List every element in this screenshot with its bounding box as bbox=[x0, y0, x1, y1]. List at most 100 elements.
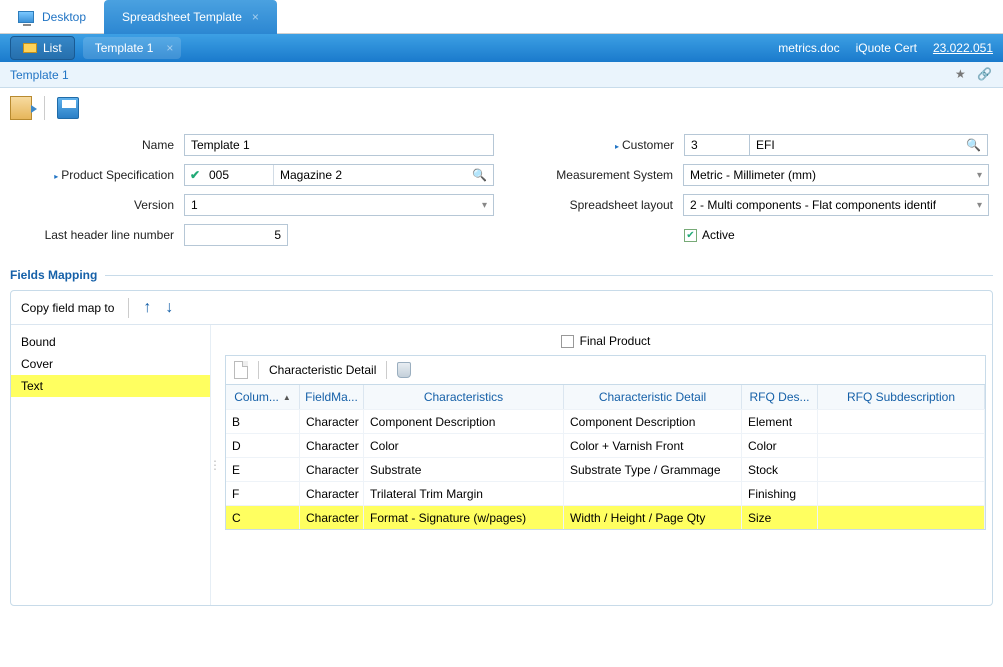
cell: F bbox=[226, 482, 300, 505]
cell: Character bbox=[300, 434, 364, 457]
cell: Width / Height / Page Qty bbox=[564, 506, 742, 529]
link-icon[interactable]: 🔗 bbox=[977, 67, 993, 83]
toolbar bbox=[0, 88, 1003, 128]
cell bbox=[818, 482, 985, 505]
layout-label: Spreadsheet layout bbox=[513, 198, 683, 212]
splitter[interactable]: ⋮ bbox=[211, 325, 219, 605]
prodspec-label: ▸Product Specification bbox=[14, 168, 184, 182]
cell: Color + Varnish Front bbox=[564, 434, 742, 457]
table-row[interactable]: CCharacterFormat - Signature (w/pages)Wi… bbox=[226, 505, 985, 529]
section-title: Fields Mapping bbox=[0, 264, 1003, 286]
table-row[interactable]: BCharacterComponent DescriptionComponent… bbox=[226, 409, 985, 433]
tab-desktop-label: Desktop bbox=[42, 10, 86, 24]
form-area: Name Template 1 ▸Customer 3 EFI🔍 ▸Produc… bbox=[0, 128, 1003, 264]
list-item-cover[interactable]: Cover bbox=[11, 353, 210, 375]
final-product-label: Final Product bbox=[580, 334, 651, 348]
tab-desktop[interactable]: Desktop bbox=[0, 0, 104, 34]
col-column[interactable]: Colum...▲ bbox=[226, 385, 300, 409]
list-item-bound[interactable]: Bound bbox=[11, 331, 210, 353]
tab-spreadsheet-template[interactable]: Spreadsheet Template × bbox=[104, 0, 277, 34]
cell: Component Description bbox=[364, 410, 564, 433]
measurement-select[interactable]: Metric - Millimeter (mm)▾ bbox=[683, 164, 989, 186]
cell: Color bbox=[364, 434, 564, 457]
arrow-down-icon[interactable]: ↓ bbox=[165, 299, 173, 317]
lastheader-input[interactable]: 5 bbox=[184, 224, 288, 246]
cell: Character bbox=[300, 506, 364, 529]
cell: Element bbox=[742, 410, 818, 433]
cell bbox=[818, 410, 985, 433]
col-rfq-sub[interactable]: RFQ Subdescription bbox=[818, 385, 985, 409]
top-tabs: Desktop Spreadsheet Template × bbox=[0, 0, 1003, 34]
mapping-toolbar: Copy field map to ↑ ↓ bbox=[11, 291, 992, 325]
final-product-checkbox[interactable] bbox=[561, 335, 574, 348]
table-row[interactable]: FCharacterTrilateral Trim MarginFinishin… bbox=[226, 481, 985, 505]
list-item-text[interactable]: Text bbox=[11, 375, 210, 397]
customer-name-input[interactable]: EFI🔍 bbox=[750, 134, 988, 156]
col-char-detail[interactable]: Characteristic Detail bbox=[564, 385, 742, 409]
save-icon[interactable] bbox=[57, 97, 79, 119]
monitor-icon bbox=[18, 11, 34, 23]
mapping-panel: Copy field map to ↑ ↓ Bound Cover Text ⋮… bbox=[10, 290, 993, 606]
char-toolbar: Characteristic Detail bbox=[225, 355, 986, 385]
layout-select[interactable]: 2 - Multi components - Flat components i… bbox=[683, 194, 989, 216]
active-label: Active bbox=[702, 228, 735, 242]
new-icon[interactable] bbox=[234, 361, 248, 379]
col-rfq-des[interactable]: RFQ Des... bbox=[742, 385, 818, 409]
version-select[interactable]: 1▾ bbox=[184, 194, 494, 216]
char-detail-label[interactable]: Characteristic Detail bbox=[269, 363, 376, 377]
template-tab[interactable]: Template 1 × bbox=[83, 37, 182, 59]
grid-header: Colum...▲ FieldMa... Characteristics Cha… bbox=[226, 385, 985, 409]
left-list: Bound Cover Text bbox=[11, 325, 211, 605]
customer-code-input[interactable]: 3 bbox=[684, 134, 750, 156]
prodspec-input[interactable]: ✔ 005 Magazine 2 🔍 bbox=[184, 164, 494, 186]
name-label: Name bbox=[14, 138, 184, 152]
table-row[interactable]: ECharacterSubstrateSubstrate Type / Gram… bbox=[226, 457, 985, 481]
cell: Character bbox=[300, 458, 364, 481]
grid: Colum...▲ FieldMa... Characteristics Cha… bbox=[225, 385, 986, 530]
search-icon[interactable]: 🔍 bbox=[466, 168, 493, 182]
cell: Character bbox=[300, 410, 364, 433]
breadcrumb: Template 1 ★ 🔗 bbox=[0, 62, 1003, 88]
cell bbox=[818, 458, 985, 481]
list-label: List bbox=[43, 41, 62, 55]
cell: Finishing bbox=[742, 482, 818, 505]
col-fieldmap[interactable]: FieldMa... bbox=[300, 385, 364, 409]
close-icon[interactable]: × bbox=[166, 41, 173, 55]
chevron-down-icon: ▾ bbox=[482, 200, 487, 211]
arrow-up-icon[interactable]: ↑ bbox=[143, 299, 151, 317]
copy-field-label: Copy field map to bbox=[21, 301, 114, 315]
active-checkbox[interactable]: ✔ bbox=[684, 229, 697, 242]
table-row[interactable]: DCharacterColorColor + Varnish FrontColo… bbox=[226, 433, 985, 457]
prodspec-code: 005 bbox=[205, 168, 273, 182]
tab-spreadsheet-label: Spreadsheet Template bbox=[122, 10, 242, 24]
chevron-down-icon: ▾ bbox=[977, 200, 982, 211]
prodspec-name: Magazine 2 bbox=[274, 168, 466, 182]
star-icon[interactable]: ★ bbox=[955, 67, 971, 83]
cell: C bbox=[226, 506, 300, 529]
chevron-down-icon: ▾ bbox=[977, 170, 982, 181]
lastheader-label: Last header line number bbox=[14, 228, 184, 242]
col-characteristics[interactable]: Characteristics bbox=[364, 385, 564, 409]
cell: E bbox=[226, 458, 300, 481]
header-bar: List Template 1 × metrics.doc iQuote Cer… bbox=[0, 34, 1003, 62]
cell bbox=[564, 482, 742, 505]
search-icon[interactable]: 🔍 bbox=[966, 138, 981, 152]
measurement-label: Measurement System bbox=[513, 168, 683, 182]
cell bbox=[818, 434, 985, 457]
list-tab[interactable]: List bbox=[10, 36, 75, 60]
version-label: Version bbox=[14, 198, 184, 212]
trash-icon[interactable] bbox=[397, 362, 411, 378]
cell: Stock bbox=[742, 458, 818, 481]
template-tab-label: Template 1 bbox=[95, 41, 154, 55]
cell: B bbox=[226, 410, 300, 433]
iquote-link[interactable]: iQuote Cert bbox=[856, 41, 917, 55]
cell: Size bbox=[742, 506, 818, 529]
cell bbox=[818, 506, 985, 529]
folder-icon bbox=[23, 43, 37, 53]
metrics-link[interactable]: metrics.doc bbox=[778, 41, 839, 55]
version-link[interactable]: 23.022.051 bbox=[933, 41, 993, 55]
name-input[interactable]: Template 1 bbox=[184, 134, 494, 156]
exit-icon[interactable] bbox=[10, 96, 32, 120]
cell: Color bbox=[742, 434, 818, 457]
close-icon[interactable]: × bbox=[252, 10, 259, 24]
